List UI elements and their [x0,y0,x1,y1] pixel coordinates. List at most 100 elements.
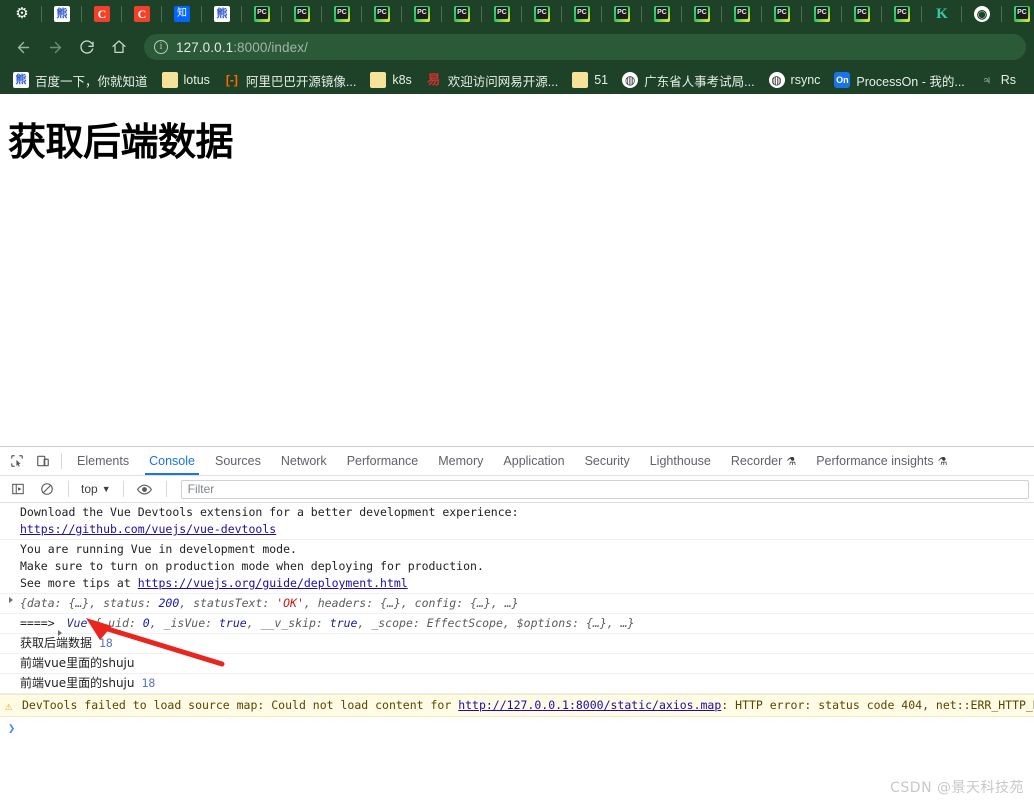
devtools-tab-label: Application [503,454,565,468]
pycharm-icon [694,6,710,22]
browser-tab[interactable] [282,0,322,28]
log-entry-frontend-shuju-1: 前端vue里面的shuju [0,654,1034,674]
browser-tab[interactable] [722,0,762,28]
browser-tab[interactable] [642,0,682,28]
inspect-element-icon[interactable] [4,449,30,473]
log-entry-backend-data: 获取后端数据 18 [0,634,1034,654]
bookmark-item[interactable]: 熊百度一下，你就知道 [6,68,155,93]
rsync-icon: ♃ [982,73,992,87]
browser-tab[interactable] [842,0,882,28]
browser-tab[interactable] [882,0,922,28]
browser-tab[interactable] [762,0,802,28]
log-text: 前端vue里面的shuju [20,656,135,670]
object-vskip-value: true [329,616,358,630]
console-filter-input[interactable]: Filter [180,479,1029,499]
console-sidebar-icon[interactable] [5,477,31,501]
browser-toolbar: i 127.0.0.1:8000/index/ [0,28,1034,66]
browser-tab[interactable]: C [122,0,162,28]
browser-tab[interactable] [242,0,282,28]
warning-link[interactable]: http://127.0.0.1:8000/static/axios.map [458,698,721,712]
browser-tab[interactable]: ⚙ [2,0,42,28]
devtools-tab-elements[interactable]: Elements [67,447,139,475]
bookmark-item[interactable]: ◍ rsync [762,69,828,91]
bookmark-item[interactable]: ◍ 广东省人事考试局... [615,68,761,93]
browser-tab[interactable] [362,0,402,28]
log-link[interactable]: https://github.com/vuejs/vue-devtools [20,522,276,536]
home-button[interactable] [104,32,134,62]
browser-tab[interactable]: C [82,0,122,28]
devtools-tab-sources[interactable]: Sources [205,447,271,475]
object-status-value: 200 [158,596,180,610]
bookmark-label: k8s [392,73,412,87]
globe-icon: ◍ [622,72,639,88]
log-text: 获取后端数据 [20,636,93,650]
console-prompt[interactable]: ❯ [0,717,1034,735]
pycharm-icon [814,6,830,22]
devtools-tab-performance[interactable]: Performance [337,447,429,475]
pycharm-icon [614,6,630,22]
url-path: :8000/index/ [233,39,308,55]
folder-icon [370,72,387,88]
browser-tab[interactable] [442,0,482,28]
devtools-tab-memory[interactable]: Memory [428,447,493,475]
devtools-panel: Elements Console Sources Network Performance… [0,446,1034,805]
address-bar[interactable]: i 127.0.0.1:8000/index/ [144,34,1026,60]
pycharm-icon [574,6,590,22]
devtools-tab-recorder[interactable]: Recorder ⚗ [721,447,806,475]
tab-strip: ⚙ 熊 C C 知 熊 K ◉ [0,0,1034,28]
expand-triangle-icon[interactable] [9,597,13,603]
pycharm-icon [494,6,510,22]
pycharm-icon [854,6,870,22]
bookmark-label: ProcessOn - 我的... [856,74,965,89]
devtools-tab-console[interactable]: Console [139,447,205,475]
bookmark-item[interactable]: ♃ Rs [972,69,1023,91]
devtools-tab-lighthouse[interactable]: Lighthouse [640,447,721,475]
devtools-tab-application[interactable]: Application [493,447,574,475]
object-body-before: {_uid: [87,616,143,630]
browser-tab[interactable]: ◉ [962,0,1002,28]
log-line-1: You are running Vue in development mode. [20,542,297,556]
browser-tab[interactable] [562,0,602,28]
log-link[interactable]: https://vuejs.org/guide/deployment.html [138,576,408,590]
toolbar-divider [61,453,62,469]
browser-tab[interactable] [322,0,362,28]
warning-triangle-icon: ⚠ [5,699,13,713]
browser-tab[interactable]: 知 [162,0,202,28]
browser-tab[interactable] [802,0,842,28]
pycharm-icon [374,6,390,22]
browser-tab[interactable] [682,0,722,28]
pycharm-icon [734,6,750,22]
live-expression-icon[interactable] [132,477,158,501]
browser-tab[interactable] [402,0,442,28]
reload-button[interactable] [72,32,102,62]
log-text: 前端vue里面的shuju [20,676,135,690]
bookmark-item[interactable]: On ProcessOn - 我的... [827,68,971,93]
devtools-tab-label: Sources [214,454,261,468]
browser-tab[interactable] [602,0,642,28]
browser-tab[interactable]: K [922,0,962,28]
devtools-tab-network[interactable]: Network [271,447,337,475]
devtools-tab-performance-insights[interactable]: Performance insights ⚗ [806,447,957,475]
browser-tab[interactable]: 熊 [42,0,82,28]
bookmark-item[interactable]: lotus [155,69,217,91]
back-button[interactable] [8,32,38,62]
url-text: 127.0.0.1:8000/index/ [176,40,308,55]
site-info-icon[interactable]: i [154,40,168,54]
browser-tab[interactable]: 熊 [202,0,242,28]
devtools-tab-security[interactable]: Security [575,447,640,475]
device-toolbar-icon[interactable] [30,449,56,473]
browser-tab[interactable] [522,0,562,28]
browser-tab[interactable] [1002,0,1034,28]
bookmark-item[interactable]: [-] 阿里巴巴开源镜像... [217,68,363,93]
forward-button[interactable] [40,32,70,62]
bookmark-item[interactable]: 易欢迎访问网易开源... [419,68,565,93]
browser-tab[interactable] [482,0,522,28]
bookmark-item[interactable]: k8s [363,69,418,91]
execution-context-select[interactable]: top ▼ [77,481,115,497]
browser-chrome: ⚙熊CC知熊K◉ i 127.0.0.1:8000/index/ 熊百度一下，你… [0,0,1034,94]
devtools-tab-label: Lighthouse [649,454,711,468]
bookmark-item[interactable]: 51 [565,69,615,91]
clear-console-icon[interactable] [34,477,60,501]
log-entry-vue-devtools: Download the Vue Devtools extension for … [0,503,1034,540]
console-filter-placeholder: Filter [187,482,215,496]
